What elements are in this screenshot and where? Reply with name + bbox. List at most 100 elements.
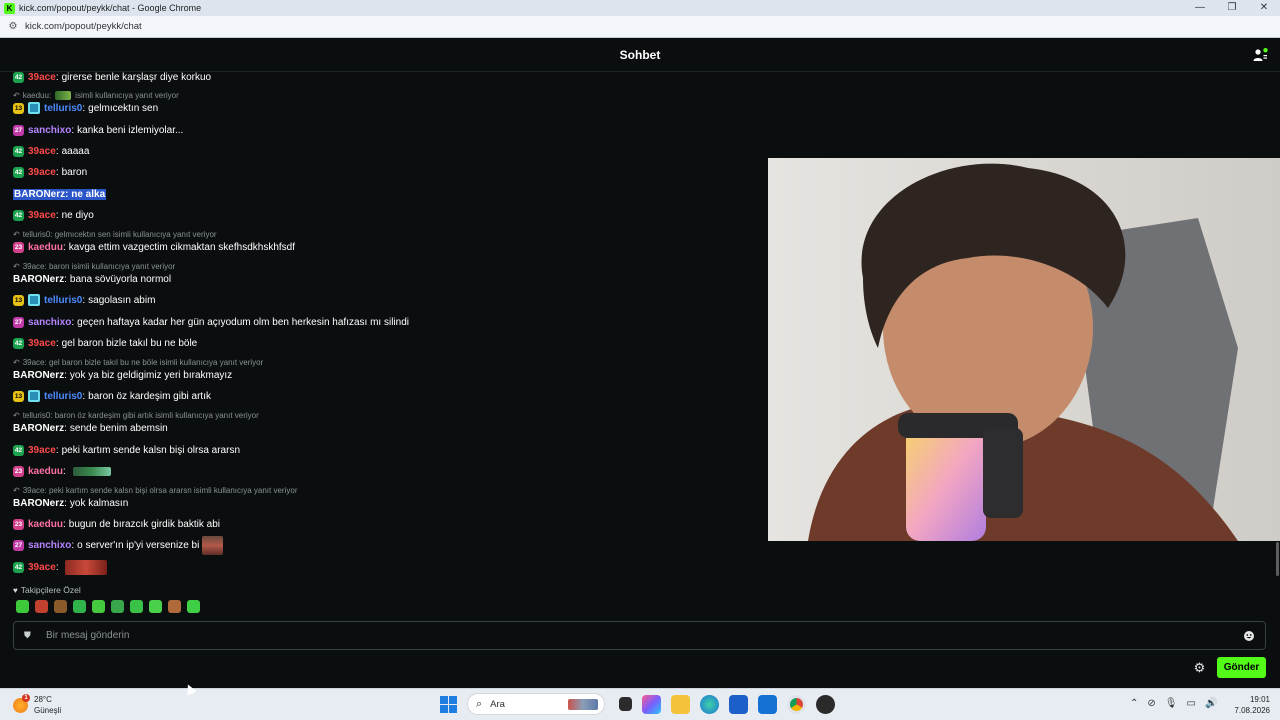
chat-username[interactable]: BARONerz [13, 423, 64, 434]
subscriber-badge: 27 [13, 539, 24, 551]
chat-message[interactable]: 42 39ace: aaaaa [13, 144, 89, 158]
chat-text-highlighted[interactable]: BARONerz: ne alka [13, 188, 107, 200]
weather-widget[interactable]: 1 28°C Güneşli [13, 693, 61, 716]
chat-username[interactable]: sanchixo [28, 540, 71, 551]
chrome-icon[interactable] [787, 694, 806, 714]
restore-button[interactable]: ❐ [1216, 0, 1248, 16]
chat-message[interactable]: BARONerz: bana sövüyorla normol [13, 272, 171, 286]
search-label: Ara [490, 698, 505, 710]
chat-message[interactable]: 13 telluris0: gelmıcektın sen [13, 101, 158, 115]
chat-username[interactable]: kaeduu [28, 519, 63, 530]
chat-username[interactable]: sanchixo [28, 317, 71, 328]
chat-message[interactable]: BARONerz: yok kalmasın [13, 496, 128, 510]
emote-button-icon[interactable] [54, 600, 67, 613]
chat-username[interactable]: 39ace [28, 72, 56, 83]
chat-header: Sohbet [0, 38, 1280, 72]
chat-separator: : [71, 316, 75, 328]
reply-arrow-icon: ↶ [13, 486, 20, 495]
store-icon[interactable] [729, 694, 748, 714]
emote-button-icon[interactable] [73, 600, 86, 613]
window-title: kick.com/popout/peykk/chat - Google Chro… [19, 3, 202, 13]
chat-message[interactable]: 42 39ace: peki kartım sende kalsn bişi o… [13, 443, 240, 457]
emote-button-icon[interactable] [92, 600, 105, 613]
chat-username[interactable]: telluris0 [44, 391, 82, 402]
volume-icon[interactable]: 🔊 [1205, 698, 1217, 709]
chat-message-selected[interactable]: BARONerz: ne alka [13, 187, 107, 201]
chat-username[interactable]: BARONerz [13, 498, 64, 509]
chat-username[interactable]: kaeduu [28, 242, 63, 253]
network-icon[interactable]: ▭ [1186, 698, 1195, 709]
microphone-icon[interactable]: 🎙 [1165, 698, 1178, 709]
windows-start-icon[interactable] [440, 695, 457, 713]
chat-settings-gear-icon[interactable]: ⚙ [1193, 661, 1206, 674]
chat-username[interactable]: 39ace [28, 210, 56, 221]
chat-separator: : [71, 124, 75, 136]
chat-message[interactable]: 13 telluris0: sagolasın abim [13, 293, 155, 307]
address-bar[interactable]: ⚙ kick.com/popout/peykk/chat [0, 16, 1280, 38]
chat-scrollbar[interactable] [1276, 542, 1279, 576]
emote-button-icon[interactable] [111, 600, 124, 613]
chat-username[interactable]: 39ace [28, 338, 56, 349]
taskbar-search[interactable]: ⌕ Ara [467, 693, 605, 715]
chat-message[interactable]: 42 39ace: ne diyo [13, 208, 94, 222]
chat-message-input[interactable] [46, 630, 1243, 641]
chat-message[interactable]: 42 39ace: gel baron bizle takıl bu ne bö… [13, 336, 197, 350]
copilot-icon[interactable] [642, 694, 661, 714]
chat-separator: : [71, 539, 75, 551]
emote-button-icon[interactable] [149, 600, 162, 613]
chat-input-container[interactable]: ⛊ [13, 621, 1266, 650]
address-url[interactable]: kick.com/popout/peykk/chat [25, 21, 142, 32]
window-controls: — ❐ ✕ [1184, 0, 1280, 16]
reply-context[interactable]: ↶ telluris0: gelmıcektın sen isimli kull… [13, 229, 217, 240]
reply-context[interactable]: ↶ telluris0: baron öz kardeşim gibi artı… [13, 410, 259, 421]
chat-username[interactable]: BARONerz [13, 370, 64, 381]
minimize-button[interactable]: — [1184, 0, 1216, 16]
reply-context[interactable]: ↶ 39ace: baron isimli kullanıcıya yanıt … [13, 261, 175, 272]
subscriber-badge: 23 [13, 465, 24, 477]
users-icon[interactable] [1252, 47, 1268, 63]
emote-button-icon[interactable] [35, 600, 48, 613]
chat-username[interactable]: 39ace [28, 445, 56, 456]
task-view-icon[interactable] [619, 697, 632, 711]
reply-context[interactable]: ↶ 39ace: peki kartım sende kalsn bişi ol… [13, 485, 297, 496]
reply-context[interactable]: ↶ 39ace: gel baron bizle takıl bu ne böl… [13, 357, 263, 368]
chat-username[interactable]: 39ace [28, 562, 56, 573]
obs-icon[interactable] [816, 694, 835, 714]
emoji-icon[interactable] [1243, 630, 1255, 642]
chat-message[interactable]: 23 kaeduu: bugun de bırazcık girdik bakt… [13, 517, 220, 531]
file-explorer-icon[interactable] [671, 694, 690, 714]
chat-message[interactable]: BARONerz: sende benim abemsin [13, 421, 168, 435]
chat-username[interactable]: kaeduu [28, 466, 63, 477]
emote-button-icon[interactable] [187, 600, 200, 613]
emote-button-icon[interactable] [168, 600, 181, 613]
chat-message[interactable]: 13 telluris0: baron öz kardeşim gibi art… [13, 389, 211, 403]
chat-username[interactable]: BARONerz [13, 274, 64, 285]
vpn-icon[interactable]: ⊘ [1147, 698, 1155, 709]
clock[interactable]: 19:01 7.08.2026 [1230, 694, 1270, 716]
outlook-icon[interactable] [758, 694, 777, 714]
chat-message[interactable]: 23 kaeduu: [13, 464, 111, 478]
emote-button-icon[interactable] [16, 600, 29, 613]
reply-arrow-icon: ↶ [13, 411, 20, 420]
chat-username[interactable]: 39ace [28, 167, 56, 178]
reply-text: telluris0: gelmıcektın sen isimli kullan… [22, 230, 217, 239]
site-settings-icon[interactable]: ⚙ [7, 21, 19, 32]
chat-message[interactable]: 42 39ace: [13, 559, 107, 575]
close-button[interactable]: ✕ [1248, 0, 1280, 16]
emote-button-icon[interactable] [130, 600, 143, 613]
send-button[interactable]: Gönder [1217, 657, 1266, 678]
reply-context[interactable]: ↶ kaeduu: isimli kullanıcıya yanıt veriy… [13, 90, 179, 101]
chat-message[interactable]: BARONerz: yok ya biz geldigimiz yeri bır… [13, 368, 232, 382]
chat-username[interactable]: telluris0 [44, 295, 82, 306]
chat-username[interactable]: sanchixo [28, 125, 71, 136]
chat-message[interactable]: 42 39ace: girerse benle karşlaşr diye ko… [13, 72, 211, 84]
chat-message[interactable]: 23 kaeduu: kavga ettim vazgectim cikmakt… [13, 240, 295, 254]
chevron-up-icon[interactable]: ⌃ [1130, 698, 1138, 709]
chat-message[interactable]: 27 sanchixo: geçen haftaya kadar her gün… [13, 315, 409, 329]
chat-message[interactable]: 27 sanchixo: kanka beni izlemiyolar... [13, 123, 183, 137]
edge-icon[interactable] [700, 694, 719, 714]
chat-message[interactable]: 27 sanchixo: o server'ın ip'yi versenize… [13, 535, 224, 555]
chat-username[interactable]: 39ace [28, 146, 56, 157]
chat-username[interactable]: telluris0 [44, 103, 82, 114]
chat-message[interactable]: 42 39ace: baron [13, 165, 87, 179]
